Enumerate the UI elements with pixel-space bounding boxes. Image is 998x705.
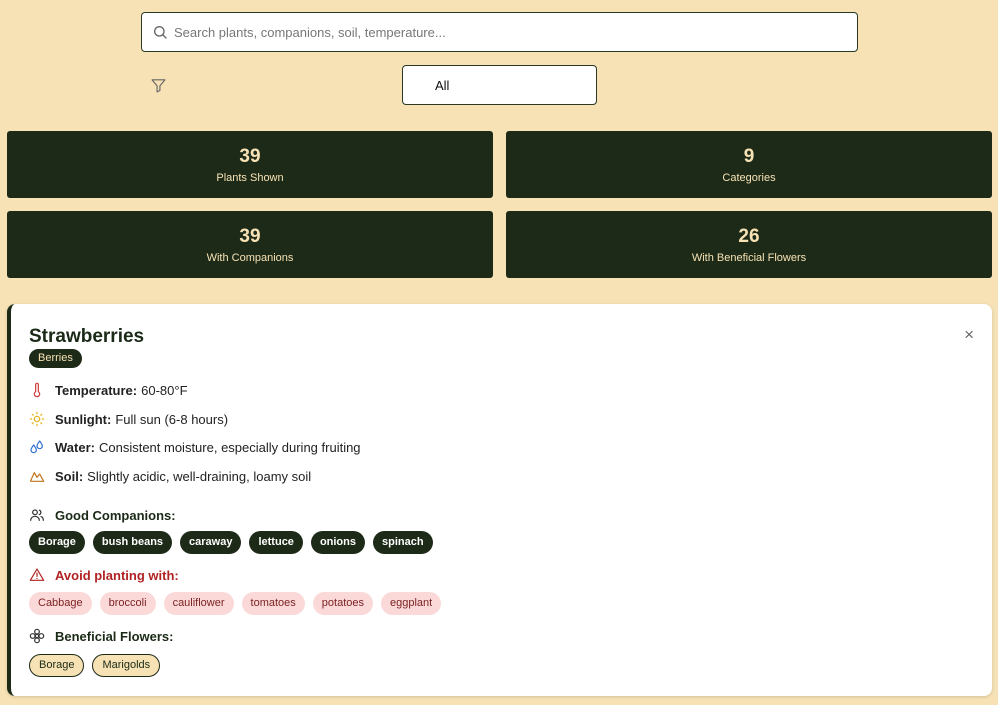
water-value: Consistent moisture, especially during f… <box>98 439 361 455</box>
sunlight-value: Full sun (6-8 hours) <box>115 411 229 427</box>
companion-tag: lettuce <box>249 531 303 554</box>
beneficial-flowers-heading: Beneficial Flowers: <box>29 628 173 644</box>
sun-icon <box>29 411 45 427</box>
companion-tag: Borage <box>29 531 85 554</box>
beneficial-flowers-title: Beneficial Flowers: <box>55 628 174 644</box>
soil-label: Soil: <box>55 468 84 484</box>
temperature-label: Temperature: <box>55 382 138 398</box>
stat-label: Plants Shown <box>216 172 284 184</box>
avoid-tag: tomatoes <box>241 592 305 615</box>
flower-tag: Borage <box>29 654 85 677</box>
stat-value: 39 <box>239 226 261 247</box>
good-companions-title: Good Companions: <box>55 507 176 523</box>
stat-value: 39 <box>239 146 261 167</box>
droplets-icon <box>30 440 43 454</box>
flower-tag: Marigolds <box>92 654 161 677</box>
stat-value: 26 <box>738 226 760 247</box>
mountain-icon <box>29 472 45 482</box>
soil-row: Soil: Slightly acidic, well-draining, lo… <box>29 468 311 484</box>
companion-tag: caraway <box>180 531 242 554</box>
category-select[interactable]: All <box>402 65 597 105</box>
avoid-tag: potatoes <box>312 592 373 615</box>
good-companions-heading: Good Companions: <box>29 507 176 523</box>
stat-label: Categories <box>722 172 776 184</box>
plant-detail-card: Strawberries × Berries Temperature: 60-8… <box>7 304 992 696</box>
water-label: Water: <box>55 439 95 455</box>
temperature-value: 60-80°F <box>141 382 188 398</box>
sunlight-row: Sunlight: Full sun (6-8 hours) <box>29 411 228 427</box>
flower-icon <box>29 628 45 644</box>
stat-label: With Companions <box>206 252 294 264</box>
avoid-planting-heading: Avoid planting with: <box>29 567 179 583</box>
search-icon <box>154 26 167 39</box>
avoid-list: Cabbage broccoli cauliflower tomatoes po… <box>29 592 442 615</box>
stat-categories: 9 Categories <box>506 131 992 198</box>
thermometer-icon <box>33 382 41 398</box>
companion-tag: onions <box>310 531 365 554</box>
companion-tag: bush beans <box>92 531 173 554</box>
warning-triangle-icon <box>29 568 45 581</box>
companion-tag: spinach <box>373 531 433 554</box>
avoid-tag: cauliflower <box>163 592 234 615</box>
filter-icon <box>151 79 166 93</box>
soil-value: Slightly acidic, well-draining, loamy so… <box>87 468 312 484</box>
avoid-tag: eggplant <box>380 592 442 615</box>
avoid-planting-title: Avoid planting with: <box>55 567 179 583</box>
category-badge: Berries <box>29 349 82 368</box>
water-row: Water: Consistent moisture, especially d… <box>29 439 361 455</box>
stat-plants-shown: 39 Plants Shown <box>7 131 493 198</box>
users-icon <box>30 509 44 521</box>
close-button[interactable]: × <box>964 326 974 343</box>
plant-name: Strawberries <box>29 326 145 347</box>
flowers-list: Borage Marigolds <box>29 654 161 677</box>
stat-label: With Beneficial Flowers <box>691 252 807 264</box>
category-select-value: All <box>435 77 450 93</box>
search-input[interactable] <box>174 13 857 51</box>
stat-with-beneficial-flowers: 26 With Beneficial Flowers <box>506 211 992 278</box>
avoid-tag: broccoli <box>99 592 156 615</box>
companions-list: Borage bush beans caraway lettuce onions… <box>29 531 433 554</box>
sunlight-label: Sunlight: <box>55 411 112 427</box>
avoid-tag: Cabbage <box>29 592 92 615</box>
temperature-row: Temperature: 60-80°F <box>29 382 188 398</box>
stat-value: 9 <box>743 146 755 167</box>
stat-with-companions: 39 With Companions <box>7 211 493 278</box>
search-bar[interactable] <box>141 12 858 52</box>
